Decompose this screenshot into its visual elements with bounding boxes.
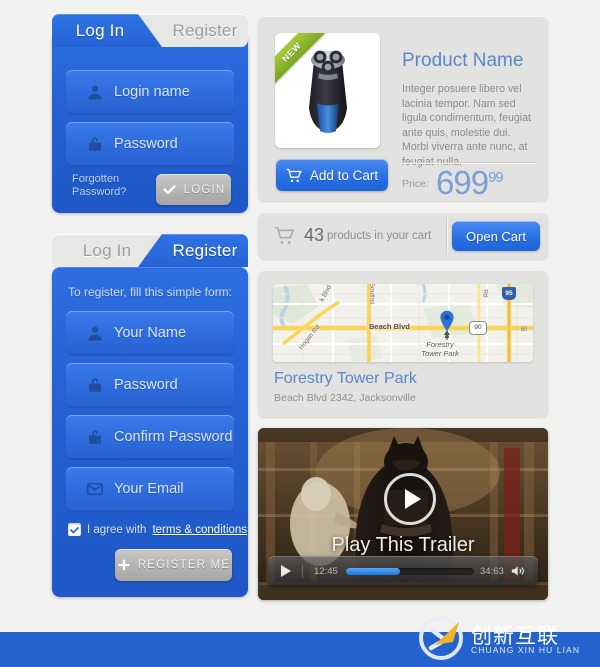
video-progress-track[interactable] <box>346 568 474 575</box>
map-shield-95: 95 <box>502 287 516 300</box>
plus-icon <box>117 558 131 572</box>
map-label-park: Forestry Tower Park <box>409 340 471 358</box>
user-icon <box>86 324 104 342</box>
register-password-placeholder: Password <box>114 377 178 393</box>
forgotten-password-line2: Password? <box>72 186 127 198</box>
add-to-cart-label: Add to Cart <box>309 167 379 183</box>
login-tabbar: Log In Register <box>52 14 248 47</box>
map-label-rd: Rd <box>481 289 489 298</box>
product-card: NEW Product Name Integer posuere libero … <box>258 16 548 201</box>
register-me-button[interactable]: REGISTER ME <box>115 549 232 581</box>
your-email-placeholder: Your Email <box>114 481 184 497</box>
cart-bar: 43 products in your cart Open Cart <box>258 212 548 259</box>
user-icon <box>86 83 104 101</box>
play-circle-icon[interactable] <box>384 473 436 525</box>
product-description: Integer posuere libero vel lacinia tempo… <box>402 83 531 168</box>
map-subtitle: Beach Blvd 2342, Jacksonville <box>274 392 416 404</box>
register-panel: To register, fill this simple form: Your… <box>52 267 248 597</box>
map-image[interactable]: Beach Blvd k Blvd Southsi Hogan Rd Rd Bl… <box>273 284 533 362</box>
tab-register-inactive-label: Register <box>172 21 238 40</box>
cart-icon <box>286 168 302 183</box>
check-icon <box>162 183 177 196</box>
app-root: Login name Password Forgotten Password? … <box>0 0 600 667</box>
forgotten-password-link[interactable]: Forgotten Password? <box>72 173 126 199</box>
tab-login[interactable]: Log In <box>52 14 148 47</box>
login-name-field[interactable]: Login name <box>66 70 234 114</box>
controls-divider <box>302 565 303 578</box>
video-controls: 12:45 34:63 <box>268 556 538 586</box>
lock-icon <box>86 376 104 394</box>
video-total-time: 34:63 <box>480 566 504 577</box>
product-title: Product Name <box>402 50 524 71</box>
map-label-park-line1: Forestry <box>426 340 454 349</box>
tab-login-inactive[interactable]: Log In <box>52 234 162 267</box>
map-label-park-line2: Tower Park <box>421 349 459 358</box>
login-button-label: LOGIN <box>183 183 226 196</box>
tab-login-label: Log In <box>75 21 125 40</box>
cart-icon <box>274 226 295 245</box>
login-panel: Login name Password Forgotten Password? … <box>52 33 248 213</box>
register-me-label: REGISTER ME <box>137 559 231 571</box>
terms-checkbox[interactable] <box>68 523 81 536</box>
video-current-time: 12:45 <box>314 566 338 577</box>
terms-agreement-row: I agree with terms & conditions <box>68 523 247 536</box>
price-main: 699 <box>436 164 489 201</box>
price-cents: 99 <box>488 169 504 186</box>
open-cart-label: Open Cart <box>466 228 526 244</box>
map-title: Forestry Tower Park <box>274 370 417 387</box>
login-password-placeholder: Password <box>114 136 178 152</box>
login-password-field[interactable]: Password <box>66 122 234 166</box>
tab-register[interactable]: Register <box>162 234 248 267</box>
terms-conditions-link[interactable]: terms & conditions <box>152 524 247 536</box>
confirm-password-placeholder: Confirm Password <box>114 429 233 445</box>
price-label: Price: <box>402 178 429 190</box>
cart-bar-divider <box>446 217 447 254</box>
cart-text: products in your cart <box>327 230 432 242</box>
forgotten-password-line1: Forgotten <box>72 173 120 185</box>
product-divider <box>402 162 535 163</box>
map-label-bl: Bl <box>521 326 527 333</box>
your-name-placeholder: Your Name <box>114 325 187 341</box>
cart-count: 43 <box>304 225 325 245</box>
product-image: NEW <box>275 33 380 148</box>
your-name-field[interactable]: Your Name <box>66 311 234 355</box>
price-value: 69999 <box>436 164 504 202</box>
login-name-placeholder: Login name <box>114 84 190 100</box>
add-to-cart-button[interactable]: Add to Cart <box>276 159 388 191</box>
tab-login-inactive-label: Log In <box>82 241 132 260</box>
lock-icon <box>86 135 104 153</box>
map-tree-icon <box>443 330 451 340</box>
register-tabbar: Log In Register <box>52 234 248 267</box>
mail-icon <box>86 480 104 498</box>
register-password-field[interactable]: Password <box>66 363 234 407</box>
video-progress-fill <box>346 568 400 575</box>
tab-register-label: Register <box>172 241 238 260</box>
terms-agree-label: I agree with <box>87 523 147 536</box>
play-icon[interactable] <box>280 565 292 577</box>
login-button[interactable]: LOGIN <box>156 174 231 205</box>
footer-watermark: 创新互联 CHUANG XIN HU LIAN <box>415 614 585 660</box>
open-cart-button[interactable]: Open Cart <box>452 221 540 251</box>
map-label-beach-blvd: Beach Blvd <box>369 322 410 331</box>
map-shield-90: 90 <box>469 321 487 335</box>
confirm-password-field[interactable]: Confirm Password <box>66 415 234 459</box>
video-player[interactable]: Play This Trailer 12:45 34:63 <box>258 428 548 600</box>
map-card: Beach Blvd k Blvd Southsi Hogan Rd Rd Bl… <box>258 270 548 417</box>
lock-icon <box>86 428 104 446</box>
video-overlay-title: Play This Trailer <box>331 534 475 556</box>
tab-register-inactive[interactable]: Register <box>162 14 248 47</box>
register-intro: To register, fill this simple form: <box>67 285 233 299</box>
your-email-field[interactable]: Your Email <box>66 467 234 511</box>
volume-icon[interactable] <box>511 564 526 578</box>
footer-logo-pinyin: CHUANG XIN HU LIAN <box>471 645 581 655</box>
map-pin-icon <box>439 310 455 332</box>
map-label-southside: Southsi <box>368 284 376 305</box>
